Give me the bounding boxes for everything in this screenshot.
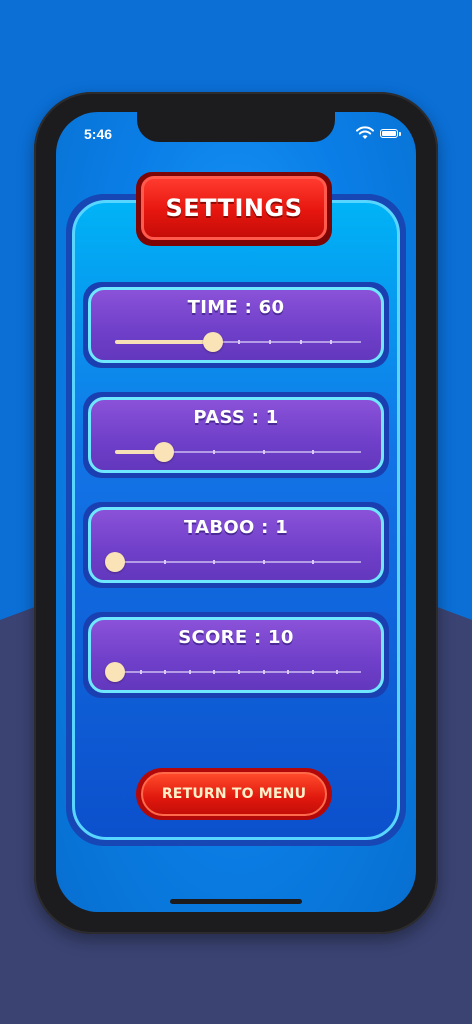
page-title: SETTINGS bbox=[165, 194, 303, 222]
slider-tick bbox=[164, 560, 167, 564]
slider-tick bbox=[238, 670, 240, 674]
slider-tick bbox=[213, 450, 216, 454]
title-banner-inner: SETTINGS bbox=[141, 176, 327, 240]
slider-tick bbox=[139, 670, 142, 674]
slider-tick bbox=[311, 670, 314, 674]
phone-notch bbox=[137, 112, 335, 142]
status-time: 5:46 bbox=[84, 126, 113, 142]
battery-icon bbox=[380, 129, 398, 138]
slider-label: SCORE : 10 bbox=[178, 627, 294, 648]
slider-card-taboo: TABOO : 1 bbox=[88, 507, 384, 583]
battery-cap bbox=[399, 132, 401, 136]
slider-card-time: TIME : 60 bbox=[88, 287, 384, 363]
slider-thumb[interactable] bbox=[105, 552, 125, 572]
slider-tick bbox=[287, 670, 290, 674]
slider-track[interactable] bbox=[115, 332, 361, 352]
slider-tick bbox=[311, 450, 314, 454]
return-to-menu-button[interactable]: RETURN TO MENU bbox=[141, 772, 327, 816]
slider-tick bbox=[188, 670, 191, 674]
slider-tick bbox=[268, 340, 271, 344]
slider-thumb[interactable] bbox=[154, 442, 175, 462]
slider-tick bbox=[330, 340, 333, 344]
slider-tick bbox=[164, 670, 167, 674]
slider-thumb[interactable] bbox=[105, 662, 125, 682]
slider-track[interactable] bbox=[105, 662, 361, 682]
slider-tick bbox=[311, 560, 314, 564]
slider-label: PASS : 1 bbox=[193, 407, 279, 428]
slider-tick bbox=[299, 340, 302, 344]
slider-tick bbox=[238, 340, 240, 344]
slider-tick bbox=[262, 450, 265, 454]
slider-track[interactable] bbox=[105, 552, 361, 572]
slider-tick bbox=[213, 560, 216, 564]
slider-tick bbox=[213, 670, 216, 674]
slider-label: TABOO : 1 bbox=[183, 517, 289, 538]
slider-card-score: SCORE : 10 bbox=[88, 617, 384, 693]
return-button-label: RETURN TO MENU bbox=[161, 786, 307, 802]
status-icons bbox=[356, 126, 404, 142]
slider-thumb[interactable] bbox=[203, 332, 224, 352]
wifi-icon bbox=[356, 126, 374, 139]
slider-tick bbox=[262, 670, 265, 674]
slider-tick bbox=[336, 670, 339, 674]
slider-fill bbox=[115, 340, 214, 344]
slider-card-pass: PASS : 1 bbox=[88, 397, 384, 473]
home-indicator bbox=[170, 899, 302, 904]
slider-label: TIME : 60 bbox=[187, 297, 285, 318]
slider-tick bbox=[262, 560, 265, 564]
slider-track[interactable] bbox=[115, 442, 361, 462]
